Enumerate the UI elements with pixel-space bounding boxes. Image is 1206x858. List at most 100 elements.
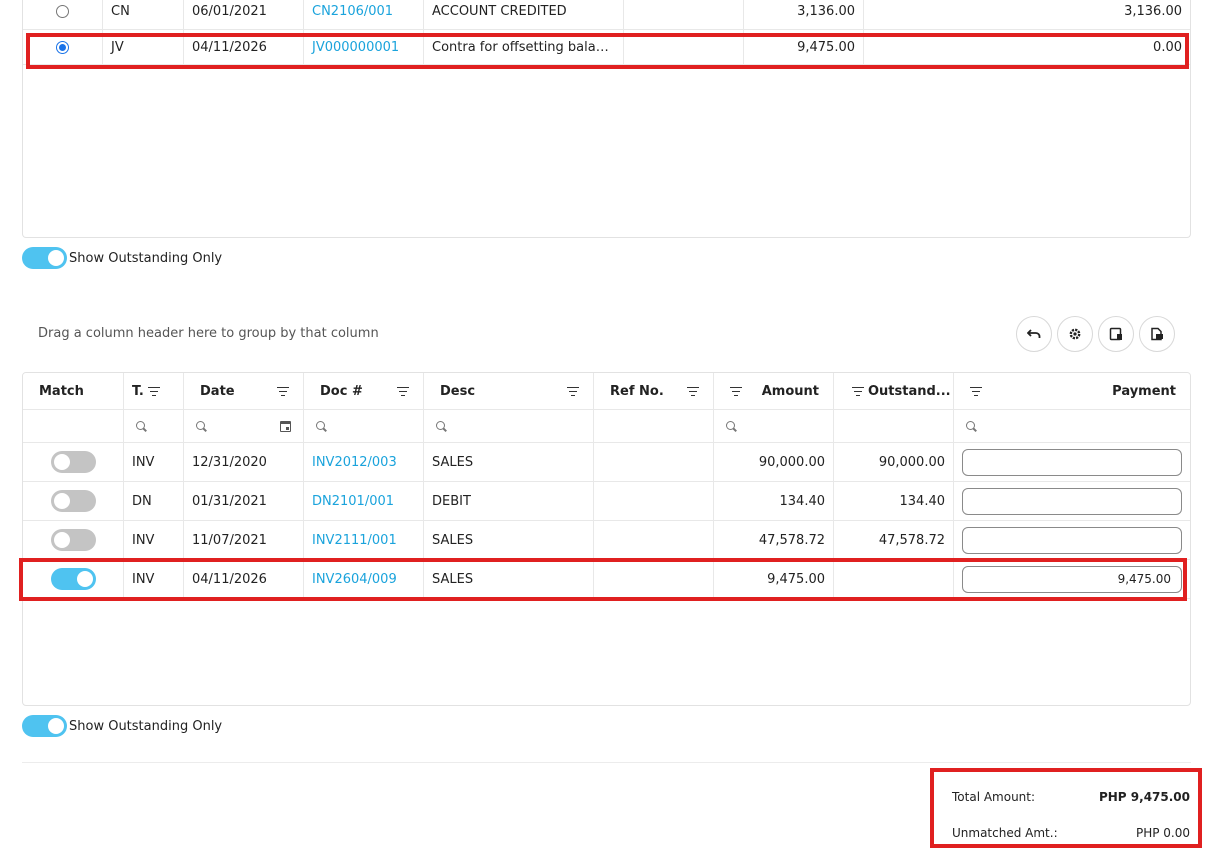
col-header-payment[interactable]: Payment [954, 373, 1190, 409]
date-cell: 01/31/2021 [184, 482, 304, 520]
col-header-desc[interactable]: Desc [424, 373, 594, 409]
payment-input[interactable] [962, 487, 1182, 515]
col-header-type[interactable]: T. [124, 373, 184, 409]
col-header-doc[interactable]: Doc # [304, 373, 424, 409]
payment-cell[interactable] [954, 560, 1190, 598]
filter-cell-ref[interactable] [594, 410, 714, 442]
filter-cell-match [23, 410, 124, 442]
doc-link[interactable]: INV2604/009 [304, 560, 424, 598]
payment-input[interactable] [962, 448, 1182, 476]
toggle-label: Show Outstanding Only [69, 718, 223, 734]
desc-cell: SALES [424, 560, 594, 598]
col-header-date[interactable]: Date [184, 373, 304, 409]
match-cell[interactable] [23, 443, 124, 481]
row-select-cell[interactable] [23, 0, 103, 29]
filter-cell-desc[interactable] [424, 410, 594, 442]
ref-cell [594, 443, 714, 481]
type-cell: JV [103, 30, 184, 64]
desc-cell: ACCOUNT CREDITED [424, 0, 624, 29]
row-radio[interactable] [56, 40, 69, 54]
doc-link[interactable]: CN2106/001 [304, 0, 424, 29]
header-label: Doc # [320, 383, 363, 399]
filter-icon[interactable] [397, 387, 409, 396]
settings-button[interactable] [1057, 316, 1093, 352]
col-header-amount[interactable]: Amount [714, 373, 834, 409]
doc-link[interactable]: DN2101/001 [304, 482, 424, 520]
table-row[interactable]: CN 06/01/2021 CN2106/001 ACCOUNT CREDITE… [23, 0, 1190, 30]
header-label: T. [132, 383, 144, 399]
payment-cell[interactable] [954, 443, 1190, 481]
export-button[interactable] [1139, 316, 1175, 352]
table-row[interactable]: INV 12/31/2020 INV2012/003 SALES 90,000.… [23, 443, 1190, 482]
filter-icon[interactable] [852, 387, 864, 396]
filter-icon[interactable] [148, 387, 160, 396]
ref-cell [594, 521, 714, 559]
total-amount-value: PHP 9,475.00 [1098, 790, 1190, 804]
filter-cell-doc[interactable] [304, 410, 424, 442]
filter-cell-payment[interactable] [954, 410, 1190, 442]
table-row[interactable]: DN 01/31/2021 DN2101/001 DEBIT 134.40 13… [23, 482, 1190, 521]
filter-icon[interactable] [277, 387, 289, 396]
table-row[interactable]: INV 04/11/2026 INV2604/009 SALES 9,475.0… [23, 560, 1190, 599]
doc-link[interactable]: INV2012/003 [304, 443, 424, 481]
desc-text: Contra for offsetting balan... [432, 39, 615, 55]
header-label: Outstand... [868, 383, 951, 399]
payment-input[interactable] [962, 565, 1182, 593]
match-toggle[interactable] [50, 490, 96, 512]
row-radio[interactable] [56, 5, 69, 18]
date-cell: 11/07/2021 [184, 521, 304, 559]
payment-cell[interactable] [954, 521, 1190, 559]
col-header-match[interactable]: Match [23, 373, 124, 409]
amount-cell: 134.40 [714, 482, 834, 520]
match-toggle[interactable] [50, 451, 96, 473]
type-cell: CN [103, 0, 184, 29]
filter-icon[interactable] [567, 387, 579, 396]
show-outstanding-toggle-top[interactable]: Show Outstanding Only [22, 247, 222, 269]
payment-input[interactable] [962, 526, 1182, 554]
type-cell: INV [124, 521, 184, 559]
export-icon [1151, 327, 1163, 341]
toggle-label: Show Outstanding Only [69, 250, 223, 266]
outstanding-cell: 47,578.72 [834, 521, 954, 559]
desc-cell: SALES [424, 443, 594, 481]
outstanding-cell: 134.40 [834, 482, 954, 520]
col-header-ref[interactable]: Ref No. [594, 373, 714, 409]
search-icon [196, 420, 207, 432]
calendar-icon[interactable] [280, 420, 291, 432]
desc-cell: Contra for offsetting balan... [424, 30, 624, 64]
outstanding-cell [834, 560, 954, 598]
table-row[interactable]: JV 04/11/2026 JV000000001 Contra for off… [23, 30, 1190, 65]
header-label: Ref No. [610, 383, 664, 399]
match-toggle[interactable] [50, 529, 96, 551]
filter-cell-outstanding[interactable] [834, 410, 954, 442]
filter-cell-type[interactable] [124, 410, 184, 442]
toggle-switch[interactable] [22, 247, 67, 269]
filter-cell-amount[interactable] [714, 410, 834, 442]
doc-link[interactable]: JV000000001 [304, 30, 424, 64]
outstanding-cell: 3,136.00 [1124, 4, 1182, 19]
toggle-switch[interactable] [22, 715, 67, 737]
match-cell[interactable] [23, 521, 124, 559]
filter-icon[interactable] [730, 387, 742, 396]
filter-icon[interactable] [970, 387, 982, 396]
column-chooser-button[interactable] [1098, 316, 1134, 352]
match-cell[interactable] [23, 560, 124, 598]
match-cell[interactable] [23, 482, 124, 520]
amount-cell: 3,136.00 [744, 0, 864, 29]
amount-cell: 9,475.00 [744, 30, 864, 64]
undo-button[interactable] [1016, 316, 1052, 352]
col-header-outstanding[interactable]: Outstand... [834, 373, 954, 409]
show-outstanding-toggle-bottom[interactable]: Show Outstanding Only [22, 715, 222, 737]
filter-row [23, 410, 1190, 443]
match-toggle[interactable] [50, 568, 96, 590]
row-select-cell[interactable] [23, 30, 103, 64]
search-icon [726, 420, 737, 432]
header-label: Desc [440, 383, 476, 399]
filter-icon[interactable] [687, 387, 699, 396]
group-panel-hint[interactable]: Drag a column header here to group by th… [38, 326, 379, 341]
total-amount-label: Total Amount: [952, 790, 1036, 804]
payment-cell[interactable] [954, 482, 1190, 520]
filter-cell-date[interactable] [184, 410, 304, 442]
doc-link[interactable]: INV2111/001 [304, 521, 424, 559]
table-row[interactable]: INV 11/07/2021 INV2111/001 SALES 47,578.… [23, 521, 1190, 560]
